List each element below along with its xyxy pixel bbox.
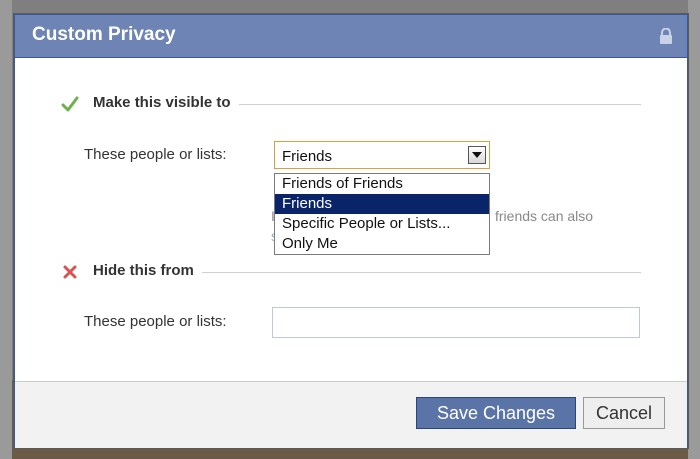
- dialog-titlebar: Custom Privacy: [15, 15, 687, 58]
- dropdown-arrow-icon[interactable]: [468, 146, 486, 164]
- cancel-button[interactable]: Cancel: [583, 397, 665, 429]
- lock-icon: [660, 28, 672, 44]
- option-friends-of-friends[interactable]: Friends of Friends: [275, 174, 489, 194]
- visibility-select[interactable]: Friends: [274, 141, 490, 169]
- dialog-title: Custom Privacy: [32, 24, 176, 45]
- visibility-dropdown-list: Friends of Friends Friends Specific Peop…: [274, 173, 490, 255]
- save-changes-button[interactable]: Save Changes: [416, 397, 576, 429]
- custom-privacy-dialog: Custom Privacy Make this visible to Thes…: [14, 14, 688, 448]
- hide-people-label: These people or lists:: [84, 313, 227, 330]
- visibility-select-value: Friends: [282, 148, 333, 165]
- friends-note: friends can also: [495, 208, 594, 224]
- visible-section-heading: Make this visible to: [61, 94, 641, 114]
- dialog-footer: Save Changes Cancel: [15, 381, 687, 448]
- x-icon: [63, 265, 77, 279]
- option-only-me[interactable]: Only Me: [275, 234, 489, 254]
- hide-section-heading: Hide this from: [61, 262, 641, 282]
- visible-section-title: Make this visible to: [93, 94, 239, 111]
- checkmark-icon: [61, 96, 79, 112]
- hide-section-title: Hide this from: [93, 262, 202, 279]
- option-friends[interactable]: Friends: [275, 194, 489, 214]
- visible-people-label: These people or lists:: [84, 146, 227, 163]
- backdrop-right-edge: [688, 0, 700, 459]
- hide-people-input[interactable]: [272, 307, 640, 338]
- backdrop-left-edge: [0, 0, 12, 459]
- option-specific-people[interactable]: Specific People or Lists...: [275, 214, 489, 234]
